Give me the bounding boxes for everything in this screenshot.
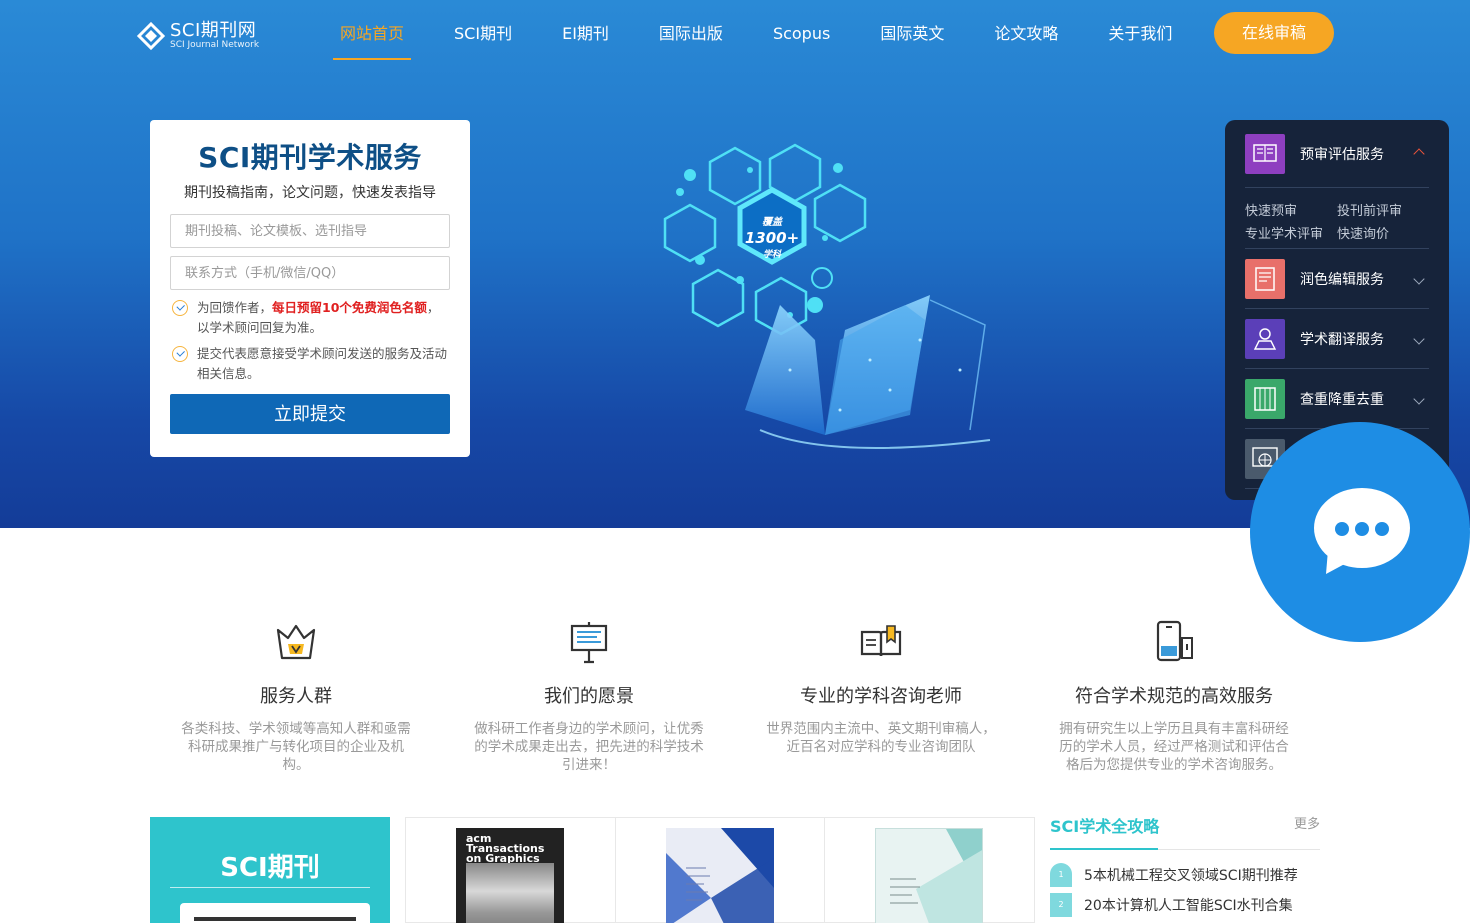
- nav-paper-guide[interactable]: 论文攻略: [969, 12, 1083, 60]
- strategy-header: SCI学术全攻略 更多: [1050, 812, 1320, 850]
- nav-about[interactable]: 关于我们: [1083, 12, 1197, 60]
- crown-icon: [276, 624, 316, 660]
- free-polish-highlight: 每日预留10个免费润色名额: [272, 300, 427, 315]
- sci-journal-box[interactable]: SCI期刊: [150, 817, 390, 923]
- feature-efficient-service: 符合学术规范的高效服务 拥有研究生以上学历且具有丰富科研经历的学术人员，经过严格…: [1054, 620, 1294, 774]
- list-text: 5本机械工程交叉领域SCI期刊推荐: [1084, 868, 1298, 884]
- online-review-button[interactable]: 在线审稿: [1214, 12, 1334, 54]
- notice-free-polish: 为回馈作者，每日预留10个免费润色名额，以学术顾问回复为准。: [170, 298, 450, 338]
- logo-diamond-icon: [136, 21, 166, 51]
- list-rank: 2: [1050, 893, 1072, 917]
- service-translation[interactable]: 学术翻译服务: [1245, 309, 1429, 369]
- submenu-pre-submit-review[interactable]: 投刊前评审: [1337, 200, 1429, 219]
- sci-box-title: SCI期刊: [220, 853, 320, 883]
- online-chat-button[interactable]: [1250, 422, 1470, 642]
- form-subtitle: 期刊投稿指南，论文问题，快速发表指导: [184, 185, 436, 201]
- chat-bubble-icon: [1314, 488, 1410, 574]
- service-plagiarism[interactable]: 查重降重去重: [1245, 369, 1429, 429]
- review-book-icon: [1245, 133, 1285, 174]
- feature-desc: 各类科技、学术领域等高知人群和亟需科研成果推广与转化项目的企业及机构。: [181, 721, 411, 773]
- badge-line1: 覆盖: [762, 216, 783, 228]
- feature-title: 符合学术规范的高效服务: [1075, 686, 1273, 707]
- list-item[interactable]: 1 5本机械工程交叉领域SCI期刊推荐: [1050, 860, 1320, 890]
- topic-input[interactable]: [170, 214, 450, 248]
- chevron-up-icon[interactable]: [1413, 148, 1425, 160]
- translate-icon: [1245, 318, 1285, 359]
- form-title: SCI期刊学术服务: [198, 141, 422, 174]
- journal-covers: acm Transactions on Graphics: [405, 817, 1035, 923]
- contact-input[interactable]: [170, 256, 450, 290]
- list-text: 20本计算机人工智能SCI水刊合集: [1084, 898, 1293, 914]
- feature-audience: 服务人群 各类科技、学术领域等高知人群和亟需科研成果推广与转化项目的企业及机构。: [176, 620, 416, 774]
- journal-card[interactable]: acm Transactions on Graphics: [406, 818, 616, 923]
- feature-title: 我们的愿景: [544, 686, 634, 707]
- strategy-title: SCI学术全攻略: [1050, 817, 1160, 836]
- pre-review-submenu: 快速预审 投刊前评审 专业学术评审 快速询价: [1245, 188, 1429, 249]
- feature-desc: 拥有研究生以上学历且具有丰富科研经历的学术人员，经过严格测试和评估合格后为您提供…: [1059, 721, 1289, 773]
- check-doc-icon: [1245, 378, 1285, 419]
- check-circle-icon: [172, 300, 188, 316]
- site-logo[interactable]: SCI期刊网 SCI Journal Network: [136, 18, 266, 54]
- nav-home[interactable]: 网站首页: [315, 12, 429, 60]
- badge-line3: 学科: [763, 249, 782, 260]
- service-label: 查重降重去重: [1300, 391, 1384, 408]
- service-label: 学术翻译服务: [1300, 331, 1384, 348]
- strategy-list: 1 5本机械工程交叉领域SCI期刊推荐 2 20本计算机人工智能SCI水刊合集: [1050, 860, 1320, 920]
- feature-title: 专业的学科咨询老师: [800, 686, 962, 707]
- sci-box-preview: [180, 903, 370, 923]
- consult-form: SCI期刊学术服务 期刊投稿指南，论文问题，快速发表指导 为回馈作者，每日预留1…: [150, 120, 470, 457]
- feature-title: 服务人群: [260, 686, 332, 707]
- feature-desc: 世界范围内主流中、英文期刊审稿人，近百名对应学科的专业咨询团队: [766, 721, 996, 755]
- nav-sci[interactable]: SCI期刊: [429, 12, 537, 60]
- hero-banner: SCI期刊网 SCI Journal Network 网站首页 SCI期刊 EI…: [0, 0, 1470, 528]
- service-polish[interactable]: 润色编辑服务: [1245, 249, 1429, 309]
- nav-ei[interactable]: EI期刊: [537, 12, 634, 60]
- journal-card[interactable]: [825, 818, 1034, 923]
- nav-scopus[interactable]: Scopus: [748, 12, 855, 60]
- nav-intl-publish[interactable]: 国际出版: [634, 12, 748, 60]
- check-circle-icon: [172, 346, 188, 362]
- logo-subtitle: SCI Journal Network: [170, 40, 260, 50]
- service-label: 润色编辑服务: [1300, 271, 1384, 288]
- submenu-quote[interactable]: 快速询价: [1337, 223, 1429, 242]
- journal-cover-image: [875, 828, 984, 923]
- badge-line2: 1300+: [745, 229, 799, 247]
- journal-cover-title: acm Transactions on Graphics: [466, 832, 545, 865]
- more-link[interactable]: 更多: [1294, 812, 1320, 849]
- chevron-down-icon[interactable]: [1413, 333, 1425, 345]
- logo-title: SCI期刊网: [170, 20, 257, 41]
- sci-box-divider: [170, 887, 370, 888]
- notice-consent: 提交代表愿意接受学术顾问发送的服务及活动相关信息。: [170, 344, 450, 384]
- signboard-icon: [570, 622, 608, 664]
- journal-cover-image: [665, 828, 774, 923]
- submit-button[interactable]: 立即提交: [170, 394, 450, 434]
- main-nav: 网站首页 SCI期刊 EI期刊 国际出版 Scopus 国际英文 论文攻略 关于…: [315, 12, 1197, 60]
- feature-consultants: 专业的学科咨询老师 世界范围内主流中、英文期刊审稿人，近百名对应学科的专业咨询团…: [761, 620, 1001, 756]
- service-label: 预审评估服务: [1300, 146, 1384, 163]
- feature-desc: 做科研工作者身边的学术顾问，让优秀的学术成果走出去，把先进的科学技术引进来！: [474, 721, 704, 773]
- submenu-fast-review[interactable]: 快速预审: [1245, 200, 1337, 219]
- submenu-pro-review[interactable]: 专业学术评审: [1245, 223, 1337, 242]
- strategy-panel: SCI学术全攻略 更多 1 5本机械工程交叉领域SCI期刊推荐 2 20本计算机…: [1050, 812, 1320, 920]
- chevron-down-icon[interactable]: [1413, 393, 1425, 405]
- science-book-illustration: 覆盖 1300+ 学科: [663, 143, 991, 449]
- open-book-icon: [860, 625, 902, 657]
- journal-card[interactable]: [616, 818, 826, 923]
- phone-icon: [1156, 620, 1193, 662]
- nav-intl-english[interactable]: 国际英文: [855, 12, 969, 60]
- service-pre-review[interactable]: 预审评估服务: [1245, 120, 1429, 188]
- journal-cover-image: acm Transactions on Graphics: [456, 828, 564, 923]
- list-rank: 1: [1050, 863, 1072, 887]
- list-item[interactable]: 2 20本计算机人工智能SCI水刊合集: [1050, 890, 1320, 920]
- feature-vision: 我们的愿景 做科研工作者身边的学术顾问，让优秀的学术成果走出去，把先进的科学技术…: [469, 620, 709, 774]
- chevron-down-icon[interactable]: [1413, 273, 1425, 285]
- edit-doc-icon: [1245, 258, 1285, 299]
